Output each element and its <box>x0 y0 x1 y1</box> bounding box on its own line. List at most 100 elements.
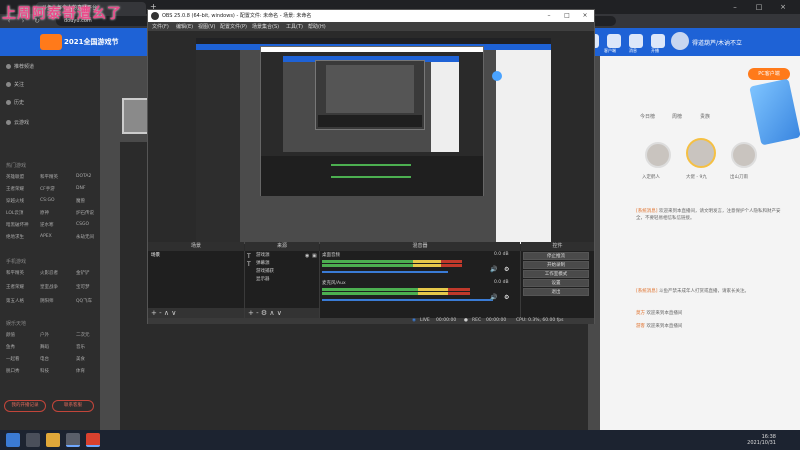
broadcast-record-button[interactable]: 我的开播记录 <box>4 400 46 412</box>
sidebar-item-recommend[interactable]: 推荐频道 <box>6 62 34 72</box>
windows-start-icon[interactable] <box>6 433 20 447</box>
speaker-icon[interactable]: 🔊 <box>490 266 497 273</box>
category-link[interactable]: QQ飞车 <box>76 298 92 304</box>
tab-week[interactable]: 周榜 <box>672 113 682 120</box>
tab-today[interactable]: 今日榜 <box>640 113 655 120</box>
category-link[interactable]: 脱口秀 <box>6 368 20 374</box>
menu-view[interactable]: 视图(V) <box>198 23 215 30</box>
category-link[interactable]: APEX <box>40 234 52 239</box>
remove-source-button[interactable]: - <box>256 309 259 317</box>
eye-icon[interactable]: ◉ <box>305 253 309 259</box>
category-link[interactable]: 阴阳师 <box>40 298 54 304</box>
move-up-button[interactable]: ∧ <box>269 309 274 317</box>
category-link[interactable]: CSGO <box>76 222 89 227</box>
category-link[interactable]: 美食 <box>76 356 85 362</box>
obs-taskbar-icon[interactable] <box>66 433 80 447</box>
obs-preview[interactable] <box>148 31 594 251</box>
file-explorer-icon[interactable] <box>46 433 60 447</box>
category-link[interactable]: 鱼秀 <box>6 344 15 350</box>
gear-icon[interactable]: ⚙ <box>504 294 509 301</box>
rank-avatar-1[interactable] <box>686 138 716 168</box>
obs-close-button[interactable]: × <box>576 10 594 22</box>
menu-help[interactable]: 帮助(H) <box>308 23 326 30</box>
menu-file[interactable]: 文件(F) <box>152 23 169 30</box>
move-down-button[interactable]: ∨ <box>277 309 282 317</box>
category-link[interactable]: 王者荣耀 <box>6 186 24 192</box>
lock-icon[interactable]: ▣ <box>312 253 317 259</box>
category-link[interactable]: 王者荣耀 <box>6 284 24 290</box>
gear-icon[interactable]: ⚙ <box>504 266 509 273</box>
category-link[interactable]: 舞蹈 <box>40 344 49 350</box>
volume-slider[interactable] <box>322 271 448 273</box>
obs-minimize-button[interactable]: – <box>540 10 558 22</box>
category-link[interactable]: 魔兽 <box>76 198 85 204</box>
category-link[interactable]: 二次元 <box>76 332 90 338</box>
category-link[interactable]: 原神 <box>40 210 49 216</box>
category-link[interactable]: 逆水寒 <box>40 222 54 228</box>
sidebar-item-follow[interactable]: 关注 <box>6 80 24 90</box>
category-link[interactable]: 户外 <box>40 332 49 338</box>
tab-noble[interactable]: 贵族 <box>700 113 710 120</box>
menu-scene-collection[interactable]: 场景集合(S) <box>252 23 279 30</box>
category-link[interactable]: 金铲铲 <box>76 270 90 276</box>
category-link[interactable]: 颜值 <box>6 332 15 338</box>
category-link[interactable]: 和平精英 <box>40 174 58 180</box>
menu-tools[interactable]: 工具(T) <box>286 23 303 30</box>
category-link[interactable]: 炉石传说 <box>76 210 94 216</box>
add-source-button[interactable]: + <box>248 309 254 317</box>
category-link[interactable]: CS:GO <box>40 198 55 203</box>
menu-profile[interactable]: 配置文件(P) <box>220 23 247 30</box>
add-scene-button[interactable]: + <box>151 309 157 317</box>
browser-taskbar-icon[interactable] <box>86 433 100 447</box>
category-link[interactable]: 科技 <box>40 368 49 374</box>
category-link[interactable]: 体育 <box>76 368 85 374</box>
contact-service-button[interactable]: 联系客服 <box>52 400 94 412</box>
source-item[interactable]: 游戏捕获 <box>245 268 319 276</box>
pc-client-button[interactable]: PC客户端 <box>748 68 790 80</box>
settings-button[interactable]: 设置 <box>523 279 589 287</box>
obs-maximize-button[interactable]: □ <box>558 10 576 22</box>
category-link[interactable]: 永劫无间 <box>76 234 94 240</box>
search-icon[interactable] <box>26 433 40 447</box>
category-link[interactable]: 音乐 <box>76 344 85 350</box>
streamer-avatar[interactable] <box>122 98 150 134</box>
volume-slider[interactable] <box>322 299 493 301</box>
avatar[interactable] <box>671 32 689 50</box>
source-item[interactable]: 弹幕源 <box>245 260 319 268</box>
studio-mode-button[interactable]: 工作室模式 <box>523 270 589 278</box>
category-link[interactable]: DOTA2 <box>76 174 91 179</box>
sidebar-item-cloudgame[interactable]: 云游戏 <box>6 118 29 128</box>
message-icon[interactable] <box>629 34 643 48</box>
category-link[interactable]: 一起看 <box>6 356 20 362</box>
category-link[interactable]: 皇室战争 <box>40 284 58 290</box>
category-link[interactable]: DNF <box>76 186 85 191</box>
exit-button[interactable]: 退出 <box>523 288 589 296</box>
douyu-logo[interactable] <box>40 34 62 50</box>
category-link[interactable]: LOL云顶 <box>6 210 23 216</box>
category-link[interactable]: 电台 <box>40 356 49 362</box>
category-link[interactable]: CF手游 <box>40 186 55 192</box>
broadcast-icon[interactable] <box>651 34 665 48</box>
category-link[interactable]: 绝地求生 <box>6 234 24 240</box>
username[interactable]: 得道葫芦/木讷不立 <box>692 38 742 47</box>
source-item[interactable]: 显示器 <box>245 276 319 284</box>
category-link[interactable]: 和平精英 <box>6 270 24 276</box>
menu-edit[interactable]: 编辑(E) <box>176 23 193 30</box>
maximize-window-button[interactable]: □ <box>748 0 770 14</box>
system-clock[interactable]: 16:38 2021/10/31 <box>747 434 776 446</box>
category-link[interactable]: 穿越火线 <box>6 198 24 204</box>
move-up-button[interactable]: ∧ <box>164 309 169 317</box>
category-link[interactable]: 火影忍者 <box>40 270 58 276</box>
start-recording-button[interactable]: 开始录制 <box>523 261 589 269</box>
stop-streaming-button[interactable]: 停止推流 <box>523 252 589 260</box>
client-icon[interactable] <box>607 34 621 48</box>
category-link[interactable]: 第五人格 <box>6 298 24 304</box>
move-down-button[interactable]: ∨ <box>171 309 176 317</box>
rank-avatar-3[interactable] <box>731 142 757 168</box>
rank-avatar-2[interactable] <box>645 142 671 168</box>
close-window-button[interactable]: × <box>772 0 794 14</box>
gear-icon[interactable]: ⚙ <box>261 309 267 317</box>
category-link[interactable]: 暗黑破坏神 <box>6 222 29 228</box>
sidebar-item-history[interactable]: 历史 <box>6 98 24 108</box>
category-link[interactable]: 英雄联盟 <box>6 174 24 180</box>
